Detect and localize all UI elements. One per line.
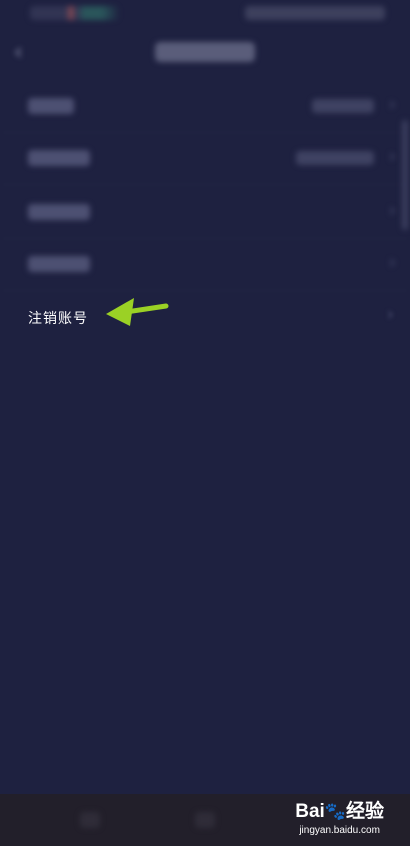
chevron-right-icon: › [388, 146, 396, 167]
status-bar [0, 0, 410, 28]
nav-home-button[interactable] [195, 812, 215, 828]
chevron-right-icon: › [388, 200, 396, 221]
chevron-right-icon: › [388, 94, 396, 115]
menu-row[interactable]: › [0, 132, 410, 185]
menu-row-value [312, 99, 374, 113]
arrow-pointer-icon [106, 298, 169, 326]
menu-row-label [28, 150, 90, 166]
menu-row[interactable]: › [0, 186, 410, 239]
watermark-logo: Bai🐾经验 [295, 801, 384, 822]
scrollbar[interactable] [402, 120, 408, 230]
menu-row[interactable]: › [0, 80, 410, 133]
chevron-left-icon[interactable]: ‹ [14, 40, 23, 65]
status-bar-right-icons [245, 6, 385, 20]
paw-icon: 🐾 [324, 802, 346, 821]
chevron-right-icon: › [386, 304, 394, 325]
watermark: Bai🐾经验 jingyan.baidu.com [295, 796, 384, 836]
page-title [155, 42, 255, 62]
menu-row-label [28, 256, 90, 272]
watermark-url: jingyan.baidu.com [299, 825, 380, 836]
status-bar-left-icons [30, 6, 120, 20]
delete-account-label[interactable]: 注销账号 [28, 308, 88, 328]
menu-row-label [28, 204, 90, 220]
menu-row[interactable]: › [0, 238, 410, 291]
chevron-right-icon: › [388, 252, 396, 273]
menu-row-value [296, 151, 374, 165]
nav-back-button[interactable] [80, 812, 100, 828]
header: ‹ [0, 28, 410, 78]
menu-row-label [28, 98, 74, 114]
